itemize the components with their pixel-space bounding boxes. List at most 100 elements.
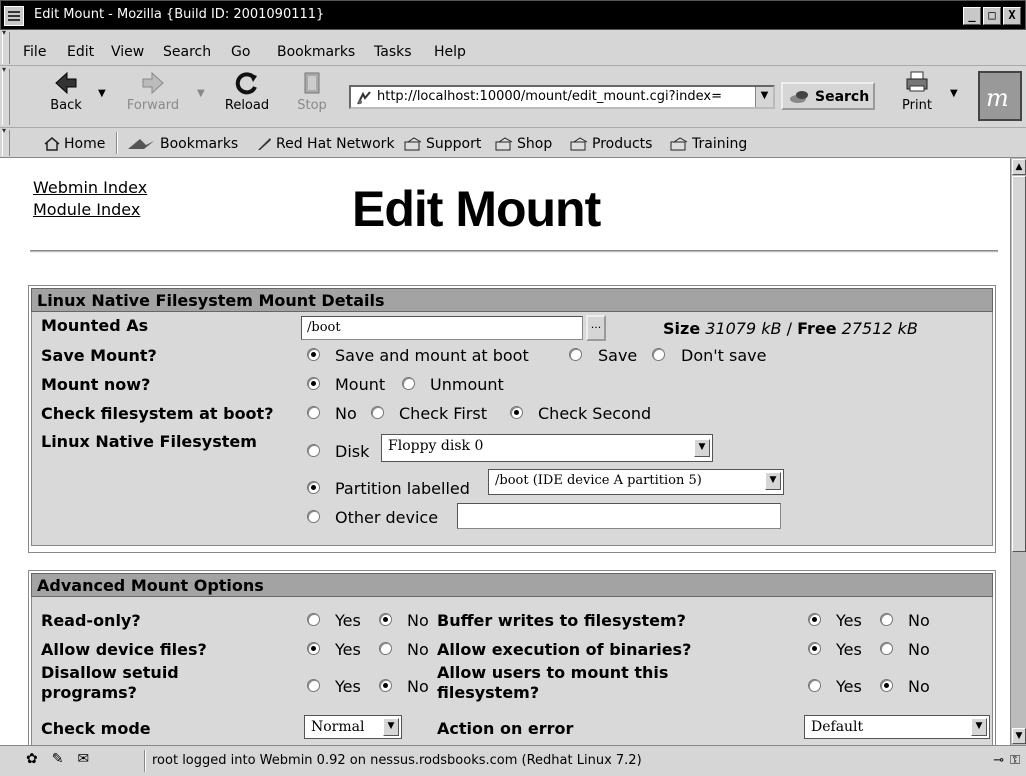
- back-dropdown-icon[interactable]: ▼: [98, 88, 106, 99]
- buffer-writes-radio-no[interactable]: [880, 613, 893, 626]
- bookmarks-button[interactable]: Bookmarks: [126, 136, 238, 152]
- toolbar-grip-icon[interactable]: [2, 28, 10, 64]
- setuid-yes-label: Yes: [335, 677, 361, 696]
- products-link[interactable]: Products: [570, 136, 652, 152]
- vertical-scrollbar[interactable]: ▲ ▼: [1010, 158, 1026, 745]
- mount-now-mount-label: Mount: [335, 375, 386, 394]
- menu-edit[interactable]: Edit: [67, 44, 94, 60]
- navigator-icon[interactable]: ✿: [26, 751, 38, 767]
- module-index-link[interactable]: Module Index: [33, 200, 140, 219]
- webmin-index-link[interactable]: Webmin Index: [33, 178, 147, 197]
- setuid-radio-yes[interactable]: [307, 679, 320, 692]
- device-files-radio-yes[interactable]: [307, 642, 320, 655]
- online-status-icon[interactable]: ⊸: [993, 753, 1004, 768]
- chevron-down-icon[interactable]: ▼: [694, 439, 710, 457]
- read-only-radio-yes[interactable]: [307, 613, 320, 626]
- other-device-label: Other device: [335, 508, 439, 527]
- device-radio-partition[interactable]: [307, 481, 320, 494]
- toolbar-grip-icon[interactable]: [2, 65, 10, 125]
- check-radio-no[interactable]: [307, 406, 320, 419]
- forward-button[interactable]: Forward: [118, 70, 188, 124]
- menu-go[interactable]: Go: [231, 44, 250, 60]
- menu-file[interactable]: File: [23, 44, 46, 60]
- partition-select[interactable]: /boot (IDE device A partition 5) ▼: [488, 469, 784, 495]
- read-only-label: Read-only?: [41, 611, 141, 630]
- save-mount-radio-boot[interactable]: [307, 348, 320, 361]
- menu-bar: File Edit View Search Go Bookmarks Tasks…: [0, 28, 1026, 66]
- action-on-error-label: Action on error: [437, 719, 574, 738]
- mounted-as-input[interactable]: /boot: [301, 316, 583, 340]
- security-lock-icon[interactable]: ⚿: [1010, 753, 1020, 768]
- url-bar[interactable]: http://localhost:10000/mount/edit_mount.…: [349, 85, 775, 109]
- check-radio-first[interactable]: [371, 406, 384, 419]
- pencil-icon: [258, 138, 271, 150]
- url-text[interactable]: http://localhost:10000/mount/edit_mount.…: [377, 89, 722, 104]
- printer-icon: [906, 71, 928, 92]
- window-titlebar: Edit Mount - Mozilla {Build ID: 20010901…: [0, 0, 1026, 30]
- users-mount-radio-no[interactable]: [880, 679, 893, 692]
- chevron-down-icon[interactable]: ▼: [765, 472, 781, 490]
- check-mode-select[interactable]: Normal ▼: [304, 715, 402, 739]
- toolbar-grip-icon[interactable]: [2, 126, 10, 156]
- print-button[interactable]: Print: [895, 70, 939, 124]
- mozilla-logo-icon[interactable]: m: [978, 71, 1022, 121]
- save-mount-radio-save[interactable]: [569, 348, 582, 361]
- print-dropdown-icon[interactable]: ▼: [950, 88, 958, 99]
- setuid-radio-no[interactable]: [379, 679, 392, 692]
- menu-view[interactable]: View: [111, 44, 144, 60]
- buffer-writes-radio-yes[interactable]: [808, 613, 821, 626]
- check-filesystem-label: Check filesystem at boot?: [41, 404, 274, 423]
- disk-select[interactable]: Floppy disk 0 ▼: [381, 434, 713, 462]
- read-only-radio-no[interactable]: [379, 613, 392, 626]
- mount-now-radio-unmount[interactable]: [402, 377, 415, 390]
- url-history-dropdown-icon[interactable]: ▼: [755, 87, 773, 107]
- allow-exec-radio-yes[interactable]: [808, 642, 821, 655]
- mail-icon[interactable]: ✉: [77, 751, 89, 767]
- status-separator: [144, 750, 146, 772]
- back-button[interactable]: Back: [38, 70, 94, 124]
- chevron-down-icon[interactable]: ▼: [383, 718, 399, 736]
- device-files-radio-no[interactable]: [379, 642, 392, 655]
- red-hat-network-link[interactable]: Red Hat Network: [256, 136, 395, 152]
- shop-link[interactable]: Shop: [495, 136, 552, 152]
- action-on-error-select[interactable]: Default ▼: [804, 715, 990, 739]
- folder-icon: [670, 137, 688, 151]
- filesystem-label: Linux Native Filesystem: [41, 432, 257, 451]
- device-radio-disk[interactable]: [307, 444, 320, 457]
- menu-help[interactable]: Help: [434, 44, 466, 60]
- search-button[interactable]: Search: [781, 82, 875, 110]
- scroll-up-icon[interactable]: ▲: [1012, 159, 1026, 175]
- page-proxy-icon[interactable]: [356, 90, 372, 106]
- buffer-writes-yes-label: Yes: [836, 611, 862, 630]
- page-content: Webmin Index Module Index Edit Mount Lin…: [0, 158, 1010, 745]
- training-link[interactable]: Training: [670, 136, 747, 152]
- close-button[interactable]: X: [1003, 7, 1021, 25]
- support-link[interactable]: Support: [404, 136, 481, 152]
- save-mount-radio-dont[interactable]: [652, 348, 665, 361]
- browse-button[interactable]: ...: [586, 315, 606, 341]
- window-menu-icon[interactable]: [4, 6, 24, 26]
- scroll-down-icon[interactable]: ▼: [1012, 728, 1026, 744]
- menu-search[interactable]: Search: [163, 44, 211, 60]
- allow-exec-radio-no[interactable]: [880, 642, 893, 655]
- minimize-button[interactable]: _: [963, 7, 981, 25]
- chevron-down-icon[interactable]: ▼: [971, 718, 987, 736]
- menu-bookmarks[interactable]: Bookmarks: [277, 44, 355, 60]
- forward-dropdown-icon[interactable]: ▼: [197, 88, 205, 99]
- mount-now-radio-mount[interactable]: [307, 377, 320, 390]
- composer-icon[interactable]: ✎: [52, 751, 64, 767]
- mount-now-unmount-label: Unmount: [430, 375, 504, 394]
- mount-details-section: Linux Native Filesystem Mount Details Mo…: [28, 285, 996, 553]
- reload-button[interactable]: Reload: [217, 70, 277, 124]
- other-device-input[interactable]: [457, 503, 781, 529]
- device-radio-other[interactable]: [307, 510, 320, 523]
- allow-device-files-label: Allow device files?: [41, 640, 207, 659]
- scrollbar-thumb[interactable]: [1012, 176, 1026, 552]
- check-radio-second[interactable]: [510, 406, 523, 419]
- folder-icon: [404, 137, 422, 151]
- maximize-button[interactable]: □: [983, 7, 1001, 25]
- users-mount-radio-yes[interactable]: [808, 679, 821, 692]
- menu-tasks[interactable]: Tasks: [374, 44, 412, 60]
- home-button[interactable]: Home: [44, 136, 105, 152]
- stop-button[interactable]: Stop: [290, 70, 334, 124]
